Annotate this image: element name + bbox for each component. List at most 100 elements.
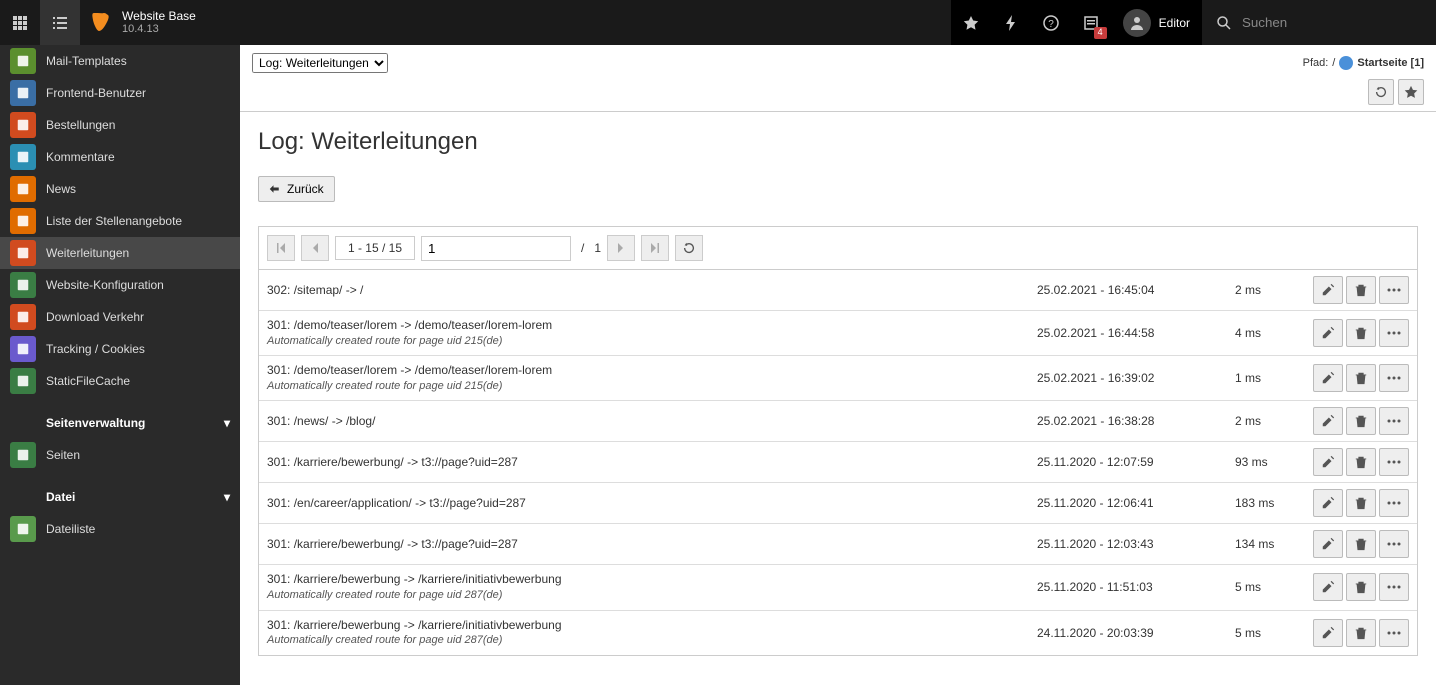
module-icon xyxy=(10,272,36,298)
sidebar-item-label: Dateiliste xyxy=(46,522,95,536)
delete-button[interactable] xyxy=(1346,530,1376,558)
delete-button[interactable] xyxy=(1346,573,1376,601)
delete-button[interactable] xyxy=(1346,276,1376,304)
sidebar-section-site[interactable]: Seitenverwaltung▾ xyxy=(0,407,240,439)
back-button[interactable]: Zurück xyxy=(258,176,335,202)
global-search[interactable] xyxy=(1202,0,1436,45)
more-button[interactable] xyxy=(1379,489,1409,517)
modules-button[interactable] xyxy=(0,0,40,45)
row-date: 25.11.2020 - 12:06:41 xyxy=(1037,496,1227,510)
sidebar-item-label: StaticFileCache xyxy=(46,374,130,388)
sidebar-item-orders[interactable]: Bestellungen xyxy=(0,109,240,141)
pager-reload[interactable] xyxy=(675,235,703,261)
sidebar-item-comments[interactable]: Kommentare xyxy=(0,141,240,173)
more-button[interactable] xyxy=(1379,319,1409,347)
row-date: 25.11.2020 - 12:07:59 xyxy=(1037,455,1227,469)
sidebar-item-filelist[interactable]: Dateiliste xyxy=(0,513,240,545)
sidebar-item-download[interactable]: Download Verkehr xyxy=(0,301,240,333)
sidebar-item-tracking[interactable]: Tracking / Cookies xyxy=(0,333,240,365)
sidebar-item-redirects[interactable]: Weiterleitungen xyxy=(0,237,240,269)
notifications-button[interactable]: 4 xyxy=(1071,0,1111,45)
search-icon xyxy=(1216,15,1232,31)
sidebar-item-label: Liste der Stellenangebote xyxy=(46,214,182,228)
bookmark-button[interactable] xyxy=(951,0,991,45)
more-button[interactable] xyxy=(1379,276,1409,304)
table-row: 301: /karriere/bewerbung -> /karriere/in… xyxy=(259,611,1417,655)
row-date: 25.02.2021 - 16:45:04 xyxy=(1037,283,1227,297)
row-date: 25.02.2021 - 16:38:28 xyxy=(1037,414,1227,428)
more-button[interactable] xyxy=(1379,573,1409,601)
row-subtitle: Automatically created route for page uid… xyxy=(267,588,1029,603)
globe-icon xyxy=(1339,56,1353,70)
table-row: 301: /demo/teaser/lorem -> /demo/teaser/… xyxy=(259,311,1417,356)
avatar-icon xyxy=(1123,9,1151,37)
delete-button[interactable] xyxy=(1346,448,1376,476)
row-duration: 5 ms xyxy=(1235,626,1305,640)
page-title: Log: Weiterleitungen xyxy=(258,128,1418,156)
row-title: 301: /demo/teaser/lorem -> /demo/teaser/… xyxy=(267,362,1029,379)
sidebar-section-file[interactable]: Datei▾ xyxy=(0,481,240,513)
edit-button[interactable] xyxy=(1313,573,1343,601)
table-row: 301: /karriere/bewerbung/ -> t3://page?u… xyxy=(259,524,1417,565)
pager-range: 1 - 15 / 15 xyxy=(335,236,415,260)
edit-button[interactable] xyxy=(1313,407,1343,435)
sidebar-item-pages[interactable]: Seiten xyxy=(0,439,240,471)
row-title: 301: /karriere/bewerbung -> /karriere/in… xyxy=(267,571,1029,588)
sidebar-item-label: Kommentare xyxy=(46,150,115,164)
edit-button[interactable] xyxy=(1313,530,1343,558)
sidebar-item-fe-users[interactable]: Frontend-Benutzer xyxy=(0,77,240,109)
more-button[interactable] xyxy=(1379,364,1409,392)
more-button[interactable] xyxy=(1379,448,1409,476)
pager-total: 1 xyxy=(594,241,601,255)
help-button[interactable]: ? xyxy=(1031,0,1071,45)
edit-button[interactable] xyxy=(1313,276,1343,304)
row-duration: 93 ms xyxy=(1235,455,1305,469)
sidebar-item-label: Weiterleitungen xyxy=(46,246,129,260)
breadcrumb-page[interactable]: Startseite [1] xyxy=(1357,57,1424,69)
pager-last[interactable] xyxy=(641,235,669,261)
pager-first[interactable] xyxy=(267,235,295,261)
chevron-down-icon: ▾ xyxy=(224,416,230,430)
breadcrumb: Pfad: / Startseite [1] xyxy=(1303,56,1424,70)
delete-button[interactable] xyxy=(1346,489,1376,517)
more-button[interactable] xyxy=(1379,619,1409,647)
search-input[interactable] xyxy=(1242,15,1422,30)
svg-text:?: ? xyxy=(1048,19,1054,30)
flash-button[interactable] xyxy=(991,0,1031,45)
sidebar-item-webconfig[interactable]: Website-Konfiguration xyxy=(0,269,240,301)
function-select[interactable]: Log: Weiterleitungen xyxy=(252,53,388,73)
site-name: Website Base xyxy=(122,9,196,23)
delete-button[interactable] xyxy=(1346,364,1376,392)
sidebar-item-label: Bestellungen xyxy=(46,118,115,132)
delete-button[interactable] xyxy=(1346,319,1376,347)
pager-page-input[interactable] xyxy=(421,236,571,261)
row-duration: 4 ms xyxy=(1235,326,1305,340)
delete-button[interactable] xyxy=(1346,407,1376,435)
list-toggle-button[interactable] xyxy=(40,0,80,45)
module-icon xyxy=(10,144,36,170)
table-row: 301: /karriere/bewerbung -> /karriere/in… xyxy=(259,565,1417,610)
edit-button[interactable] xyxy=(1313,489,1343,517)
more-button[interactable] xyxy=(1379,407,1409,435)
sidebar-item-label: Frontend-Benutzer xyxy=(46,86,146,100)
edit-button[interactable] xyxy=(1313,619,1343,647)
sidebar-item-label: Website-Konfiguration xyxy=(46,278,164,292)
sidebar-item-jobs[interactable]: Liste der Stellenangebote xyxy=(0,205,240,237)
reload-button[interactable] xyxy=(1368,79,1394,105)
sidebar-item-sfc[interactable]: StaticFileCache xyxy=(0,365,240,397)
user-label: Editor xyxy=(1159,16,1190,30)
delete-button[interactable] xyxy=(1346,619,1376,647)
user-menu[interactable]: Editor xyxy=(1111,0,1202,45)
edit-button[interactable] xyxy=(1313,448,1343,476)
row-title: 301: /demo/teaser/lorem -> /demo/teaser/… xyxy=(267,317,1029,334)
sidebar-item-mail-templates[interactable]: Mail-Templates xyxy=(0,45,240,77)
edit-button[interactable] xyxy=(1313,319,1343,347)
row-subtitle: Automatically created route for page uid… xyxy=(267,633,1029,648)
edit-button[interactable] xyxy=(1313,364,1343,392)
more-button[interactable] xyxy=(1379,530,1409,558)
sidebar-item-news[interactable]: News xyxy=(0,173,240,205)
pager-next[interactable] xyxy=(607,235,635,261)
bookmark-page-button[interactable] xyxy=(1398,79,1424,105)
row-date: 25.02.2021 - 16:44:58 xyxy=(1037,326,1227,340)
pager-prev[interactable] xyxy=(301,235,329,261)
